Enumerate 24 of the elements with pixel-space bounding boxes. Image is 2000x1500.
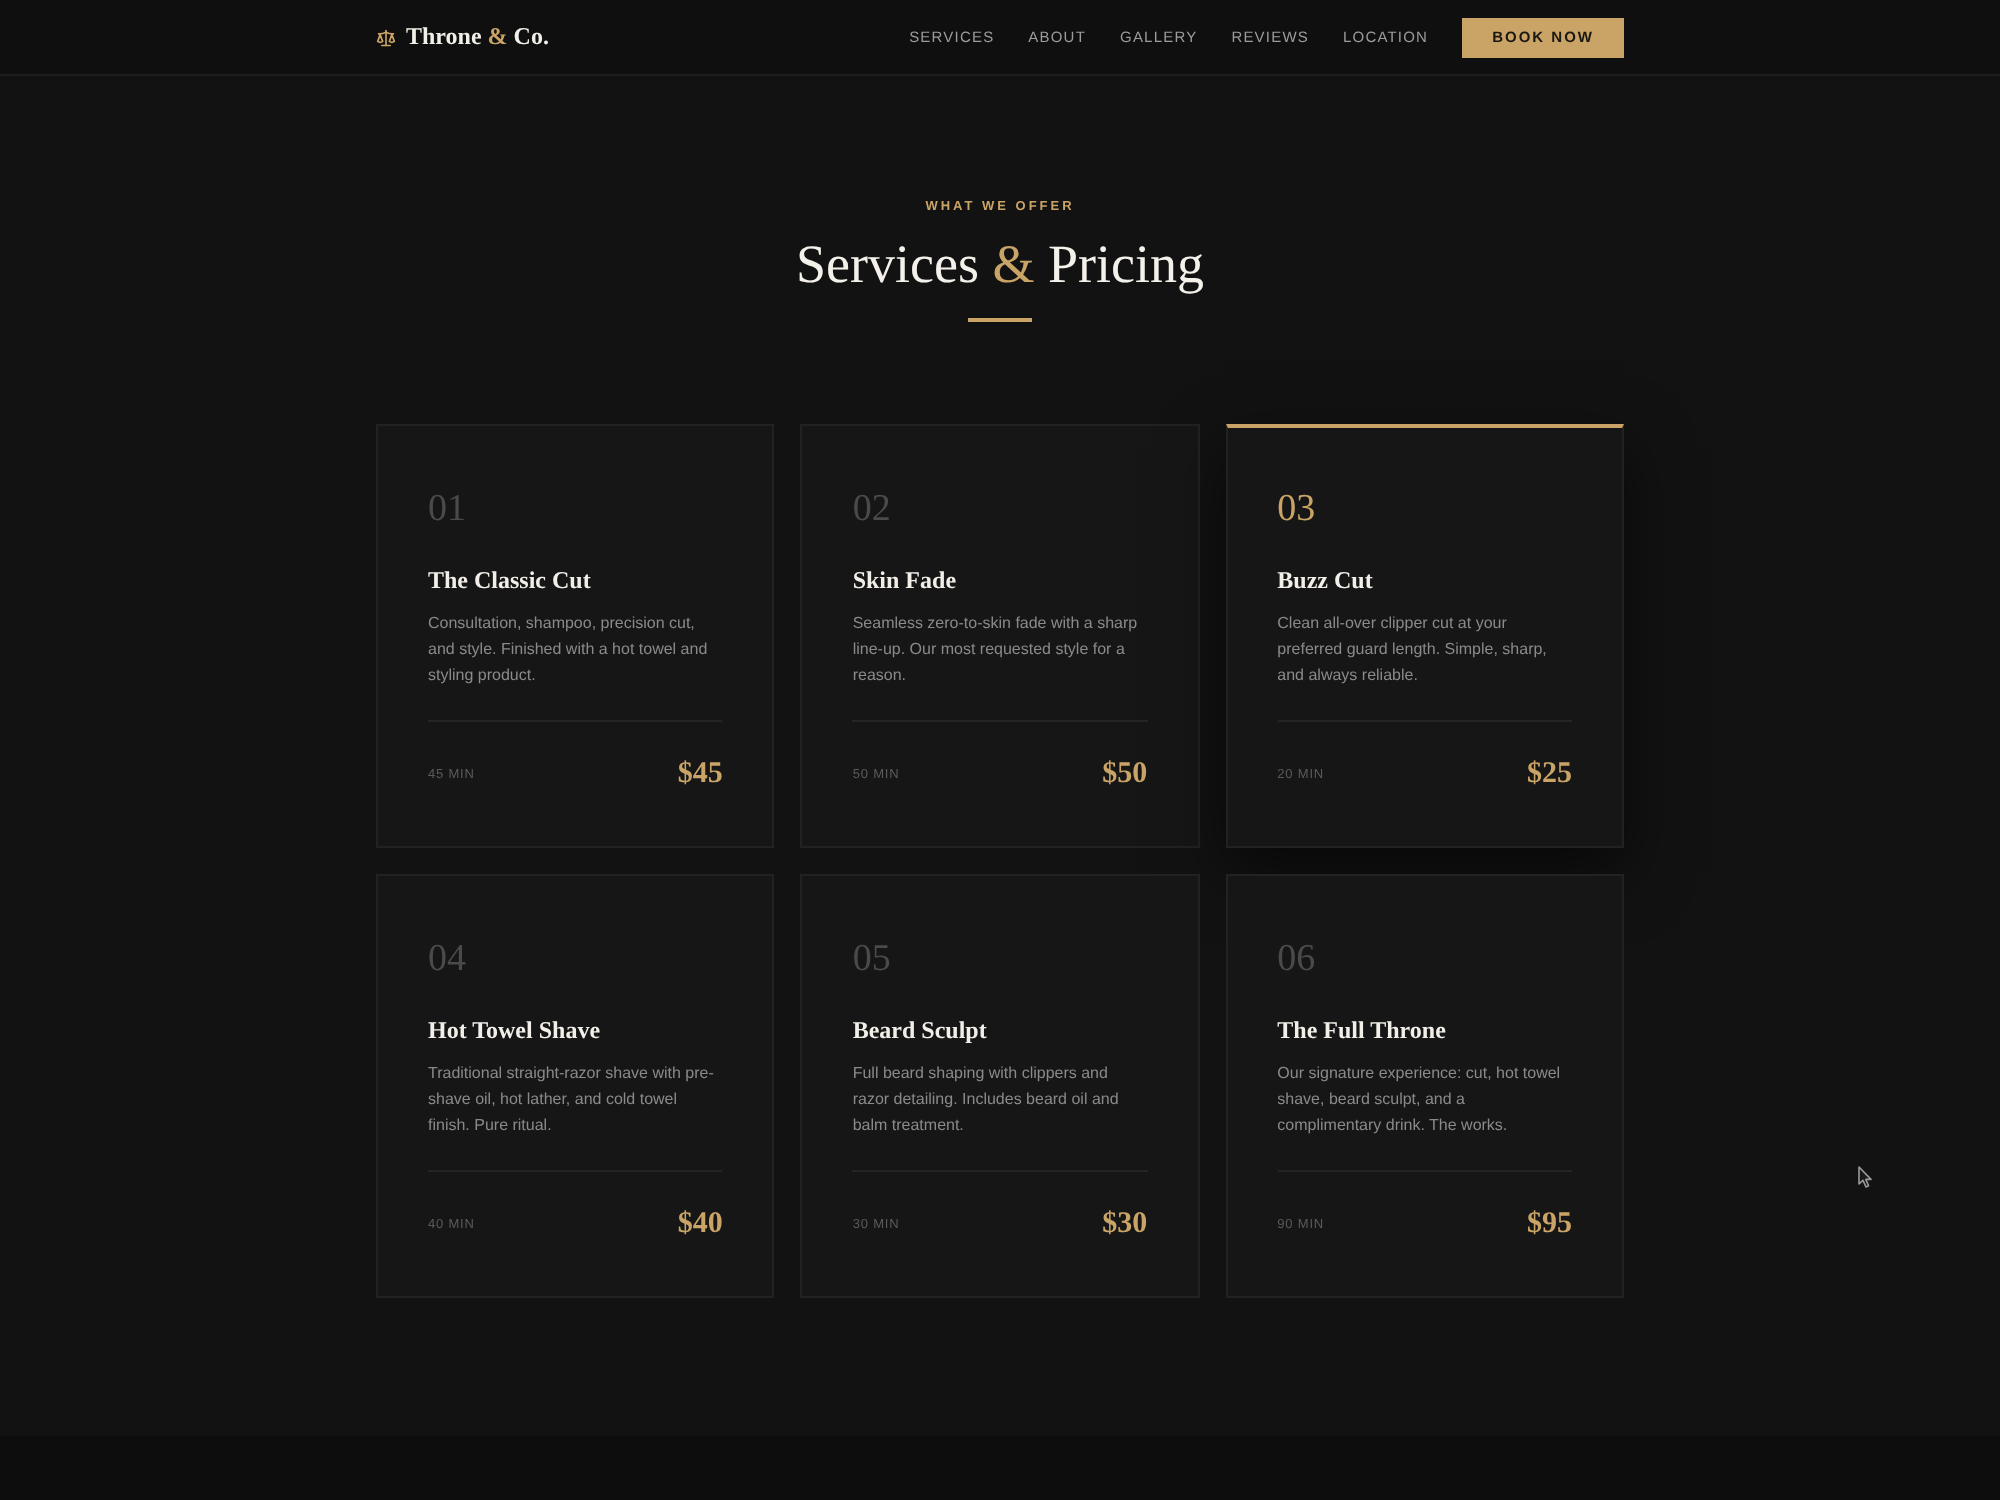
brand-name[interactable]: Throne & Co.	[406, 22, 549, 52]
service-description: Our signature experience: cut, hot towel shave, beard sculpt, and a complimentary drink. The works.	[1277, 1062, 1563, 1138]
service-price: $25	[1526, 756, 1572, 794]
service-title: The Classic Cut	[428, 564, 591, 596]
service-price: $50	[1102, 756, 1148, 794]
mouse-pointer-icon	[1858, 1166, 1872, 1188]
service-title: Buzz Cut	[1277, 564, 1373, 596]
service-description: Full beard shaping with clippers and razor detailing. Includes beard oil and balm treatment.	[852, 1062, 1121, 1138]
service-title: Hot Towel Shave	[428, 1014, 601, 1046]
section-title: Services & Pricing	[796, 232, 1204, 296]
service-price: $30	[1102, 1206, 1148, 1244]
service-description: Seamless zero-to-skin fade with a sharp line-up. Our most requested style for a reason.	[852, 612, 1140, 688]
service-description: Traditional straight-razor shave with pre-shave oil, hot lather, and cold towel finish. Pure ritual.	[428, 1062, 716, 1138]
service-price: $45	[677, 756, 723, 794]
service-title: Beard Sculpt	[852, 1014, 987, 1046]
service-number: 03	[1277, 486, 1316, 534]
service-title: The Full Throne	[1277, 1014, 1446, 1046]
accent-rule	[968, 318, 1032, 322]
service-price: $95	[1526, 1206, 1572, 1244]
service-description: Consultation, shampoo, precision cut, and style. Finished with a hot towel and styling product.	[428, 612, 710, 688]
service-description: Clean all-over clipper cut at your preferred guard length. Simple, sharp, and always reliable.	[1277, 612, 1549, 688]
scale-icon	[376, 27, 396, 47]
service-title: Skin Fade	[852, 564, 957, 596]
service-price: $40	[677, 1206, 723, 1244]
